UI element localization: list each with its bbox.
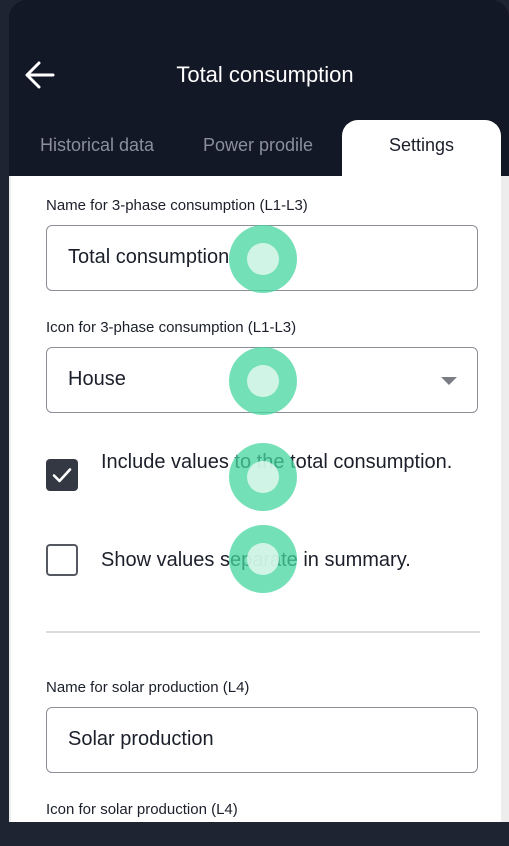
solar-icon-label: Icon for solar production (L4)	[46, 801, 238, 818]
solar-name-label: Name for solar production (L4)	[46, 679, 250, 696]
check-icon	[52, 468, 72, 483]
touch-indicator	[229, 347, 297, 415]
tab-historical-data[interactable]: Historical data	[40, 120, 154, 176]
solar-name-input[interactable]: Solar production	[46, 707, 478, 773]
page-title: Total consumption	[176, 62, 354, 87]
solar-name-value: Solar production	[68, 728, 214, 750]
phase-name-value: Total consumption	[68, 246, 230, 268]
app-header: Total consumption	[9, 0, 509, 120]
chevron-down-icon	[441, 377, 457, 385]
tab-settings[interactable]: Settings	[342, 120, 501, 176]
show-separate-checkbox[interactable]	[46, 544, 78, 576]
phase-name-label: Name for 3-phase consumption (L1-L3)	[46, 197, 308, 214]
section-divider	[46, 631, 480, 633]
phase-icon-value: House	[68, 368, 126, 390]
touch-indicator	[229, 525, 297, 593]
include-total-checkbox[interactable]	[46, 459, 78, 491]
phase-icon-label: Icon for 3-phase consumption (L1-L3)	[46, 319, 297, 336]
touch-indicator	[229, 443, 297, 511]
tab-bar: Historical data Power prodile Settings	[9, 120, 509, 176]
touch-indicator	[229, 225, 297, 293]
tab-power-profile[interactable]: Power prodile	[203, 120, 313, 176]
